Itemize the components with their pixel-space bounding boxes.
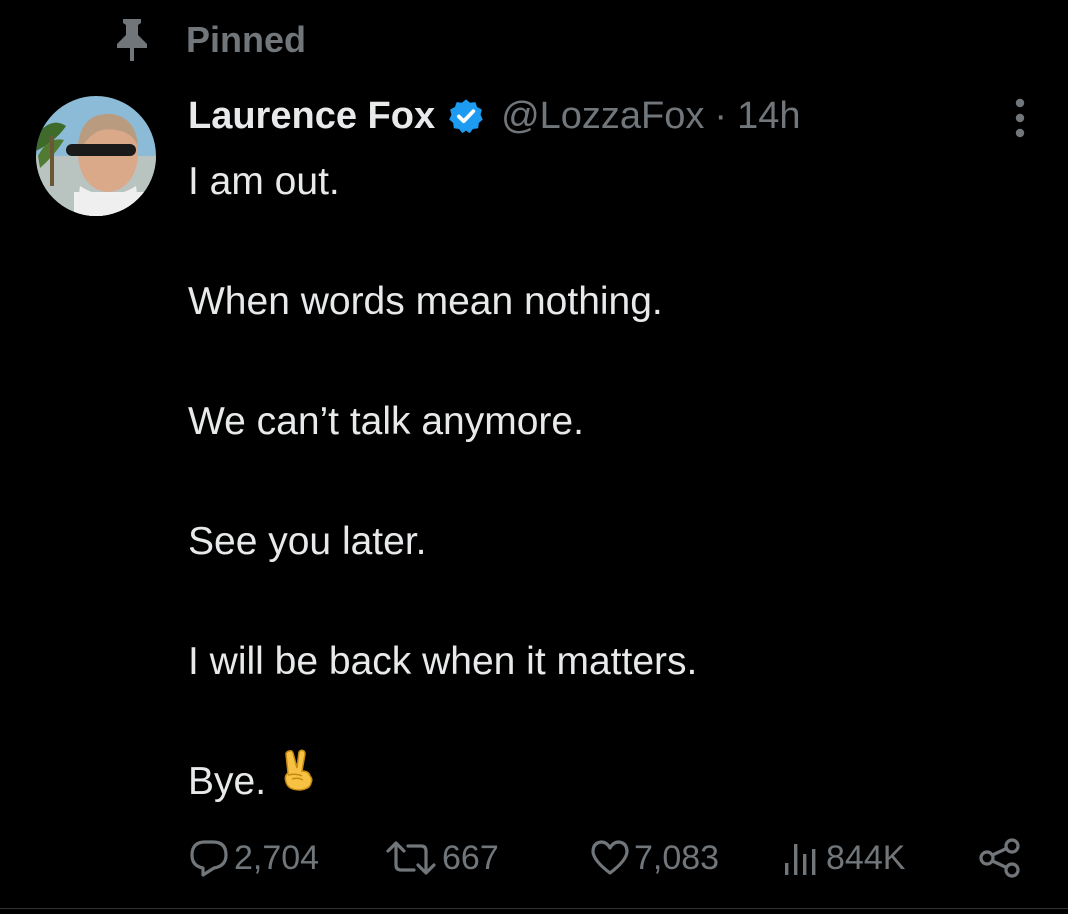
reply-count: 2,704 [234, 838, 320, 877]
view-count: 844K [826, 838, 906, 877]
share-button[interactable] [978, 832, 1022, 884]
more-options-button[interactable] [1000, 96, 1040, 140]
repost-count: 667 [442, 838, 499, 877]
pinned-indicator: Pinned [112, 14, 306, 66]
tweet-header: Laurence Fox @LozzaFox · 14h [188, 88, 800, 144]
repost-button[interactable]: 667 [384, 832, 499, 884]
tweet-action-bar: 2,704 667 7,083 844K [0, 832, 1068, 884]
tweet-text: I am out. When words mean nothing. We ca… [188, 152, 1028, 812]
tweet-line: When words mean nothing. [188, 280, 663, 323]
victory-hand-emoji-icon [280, 749, 316, 809]
verified-badge-icon [447, 96, 487, 136]
divider [0, 908, 1068, 909]
pin-icon [112, 16, 152, 64]
share-icon [978, 838, 1022, 878]
author-name[interactable]: Laurence Fox [188, 95, 435, 138]
tweet-line-text: Bye. [188, 760, 267, 803]
tweet-line: We can’t talk anymore. [188, 400, 584, 443]
tweet-timestamp[interactable]: 14h [737, 95, 800, 138]
pinned-label: Pinned [186, 19, 307, 60]
reply-icon [188, 839, 230, 877]
repost-icon [384, 839, 438, 877]
bar-chart-icon [782, 839, 822, 877]
heart-icon [590, 839, 630, 877]
tweet-line-last: Bye. [188, 749, 1028, 812]
header-separator: · [714, 94, 728, 137]
reply-button[interactable]: 2,704 [188, 832, 319, 884]
avatar[interactable] [36, 96, 156, 216]
like-button[interactable]: 7,083 [590, 832, 719, 884]
tweet-line: See you later. [188, 520, 427, 563]
tweet-line: I am out. [188, 160, 340, 203]
views-button[interactable]: 844K [782, 832, 905, 884]
more-dots-icon [1015, 98, 1025, 138]
author-handle[interactable]: @LozzaFox [501, 95, 704, 138]
like-count: 7,083 [634, 838, 720, 877]
tweet-line: I will be back when it matters. [188, 640, 698, 683]
